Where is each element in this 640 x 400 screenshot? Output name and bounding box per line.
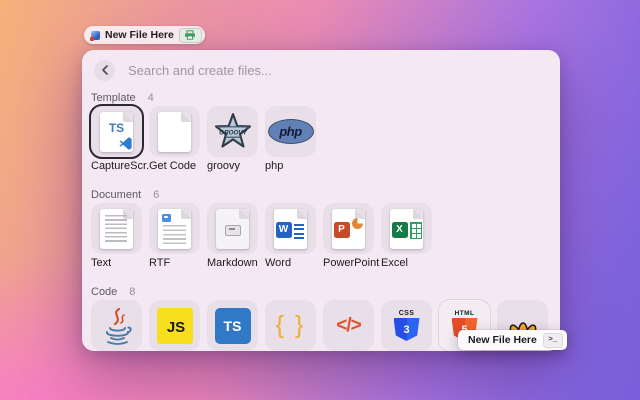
document-item-excel[interactable]: X: [381, 203, 432, 254]
java-logo-icon: [105, 307, 132, 345]
code-item-javascript[interactable]: JS: [149, 300, 200, 351]
item-label: CaptureScr...: [91, 160, 149, 172]
item-label: Text: [91, 257, 112, 269]
document-item-word[interactable]: W: [265, 203, 316, 254]
menubar-pill[interactable]: New File Here: [84, 26, 205, 44]
chevron-left-icon: [101, 65, 108, 75]
item-label: RTF: [149, 257, 171, 269]
app-window: Template 4 TS: [82, 50, 560, 351]
powerpoint-file-icon: P: [332, 208, 365, 249]
excel-letter: X: [391, 221, 408, 238]
word-file-icon: W: [274, 208, 307, 249]
document-label-row: Text RTF Markdown Word PowerPoint Excel: [91, 257, 551, 269]
search-input[interactable]: [126, 61, 548, 79]
blank-file-icon: [158, 111, 191, 152]
rtf-file-icon: [158, 208, 191, 249]
app-icon: [90, 30, 100, 41]
code-item-css[interactable]: CSS 3: [381, 300, 432, 351]
section-count: 6: [153, 189, 160, 201]
section-header: Code 8: [91, 286, 551, 298]
template-tile-row: TS GROOVY php: [89, 104, 551, 159]
css-word: CSS: [398, 310, 415, 317]
word-letter: W: [275, 221, 292, 238]
terminal-prompt-icon: >_: [542, 332, 563, 348]
section-title: Code: [91, 286, 118, 298]
section-header: Document 6: [91, 189, 551, 201]
document-item-markdown[interactable]: [207, 203, 258, 254]
tooltip-label: New File Here: [468, 334, 537, 346]
search-bar: [94, 59, 548, 81]
new-file-tooltip: New File Here >_: [458, 330, 567, 350]
vscode-logo-icon: [119, 136, 132, 150]
document-item-text[interactable]: [91, 203, 142, 254]
braces-icon: { }: [275, 311, 306, 339]
document-tile-row: W P X: [91, 203, 551, 254]
typescript-logo-icon: TS: [214, 307, 251, 344]
item-label: groovy: [207, 160, 241, 172]
pie-chart-icon: [352, 217, 363, 229]
code-item-typescript[interactable]: TS: [207, 300, 258, 351]
item-label: Word: [265, 257, 292, 269]
document-item-rtf[interactable]: [149, 203, 200, 254]
template-item-php[interactable]: php: [265, 106, 316, 157]
php-logo-icon: php: [267, 119, 314, 144]
typescript-file-icon: TS: [100, 111, 133, 152]
markdown-file-icon: [216, 208, 249, 249]
javascript-logo-icon: JS: [156, 307, 193, 344]
item-label: PowerPoint: [323, 257, 380, 269]
ts-badge-text: TS: [108, 120, 125, 135]
section-title: Template: [91, 92, 136, 104]
template-item-getcode[interactable]: [149, 106, 200, 157]
css3-badge-icon: CSS 3: [393, 310, 420, 341]
template-item-groovy[interactable]: GROOVY: [207, 106, 258, 157]
printer-badge: [178, 27, 202, 43]
powerpoint-letter: P: [333, 221, 350, 238]
html-word: HTML: [454, 310, 475, 317]
item-label: Markdown: [207, 257, 258, 269]
text-file-icon: [100, 208, 133, 249]
groovy-star-icon: GROOVY: [214, 112, 251, 148]
item-label: Excel: [381, 257, 408, 269]
back-button[interactable]: [94, 59, 115, 81]
css-shield: 3: [393, 318, 420, 341]
code-item-braces[interactable]: { }: [265, 300, 316, 351]
section-count: 8: [129, 286, 136, 298]
pill-label: New File Here: [105, 29, 174, 41]
item-label: php: [265, 160, 284, 172]
section-header: Template 4: [91, 92, 551, 104]
section-count: 4: [147, 92, 154, 104]
spreadsheet-grid-icon: [410, 221, 422, 239]
excel-file-icon: X: [390, 208, 423, 249]
printer-icon: [185, 30, 196, 40]
template-label-row: CaptureScr... Get Code groovy php: [91, 160, 551, 172]
code-item-java[interactable]: [91, 300, 142, 351]
document-item-powerpoint[interactable]: P: [323, 203, 374, 254]
code-item-codetag[interactable]: </>: [323, 300, 374, 351]
code-tag-icon: </>: [336, 314, 362, 336]
section-title: Document: [91, 189, 142, 201]
svg-text:GROOVY: GROOVY: [219, 129, 247, 136]
item-label: Get Code: [149, 160, 197, 172]
template-item-capturescr[interactable]: TS: [89, 104, 144, 159]
